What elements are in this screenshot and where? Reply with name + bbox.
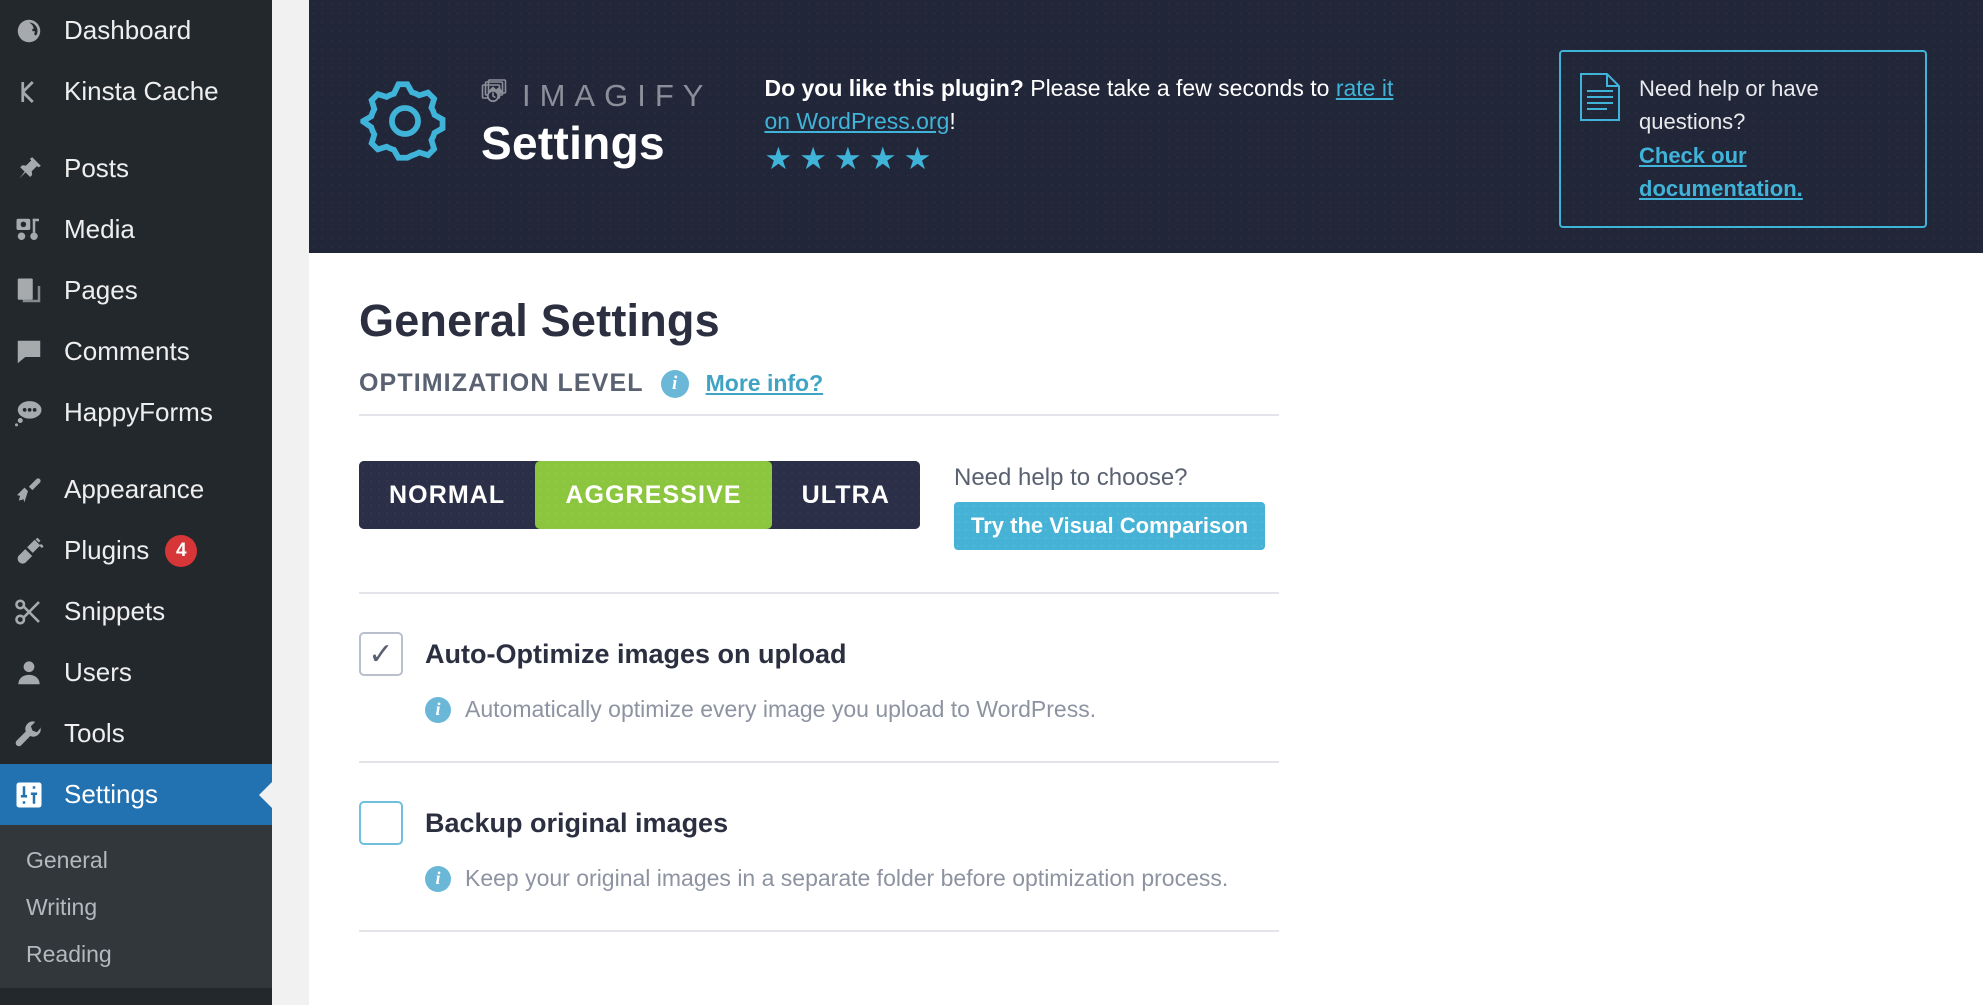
choose-help-block: Need help to choose? Try the Visual Comp… xyxy=(954,461,1266,550)
sidebar-item-tools[interactable]: Tools xyxy=(0,703,272,764)
sidebar-item-kinsta-cache[interactable]: Kinsta Cache xyxy=(0,61,272,122)
option-row-backup-originals: Backup original images i Keep your origi… xyxy=(359,763,1279,932)
info-icon: i xyxy=(425,696,451,723)
rate-bold-text: Do you like this plugin? xyxy=(764,75,1024,101)
backup-originals-label: Backup original images xyxy=(425,807,729,838)
more-info-link[interactable]: More info? xyxy=(706,370,824,397)
help-line-2: questions? xyxy=(1639,109,1746,135)
header-page-kicker: Settings xyxy=(481,116,665,169)
sidebar-item-label: Users xyxy=(64,657,132,687)
auto-optimize-description-row: i Automatically optimize every image you… xyxy=(425,696,1279,723)
content-card: IMAGIFY Settings Do you like this plugin… xyxy=(309,0,1983,1005)
sidebar-subitem-reading[interactable]: Reading xyxy=(0,931,272,978)
sidebar-item-label: Kinsta Cache xyxy=(64,76,219,106)
sidebar-divider xyxy=(0,443,272,459)
sidebar-item-label: Tools xyxy=(64,718,125,748)
user-icon xyxy=(14,658,64,688)
sidebar-item-label: Appearance xyxy=(64,474,205,504)
sidebar-item-posts[interactable]: Posts xyxy=(0,138,272,199)
page-title: General Settings xyxy=(359,295,720,346)
sidebar-item-label: Snippets xyxy=(64,596,166,626)
dashboard-icon xyxy=(14,16,64,46)
imagify-header-banner: IMAGIFY Settings Do you like this plugin… xyxy=(309,0,1983,253)
level-button-normal[interactable]: NORMAL xyxy=(359,461,536,529)
sidebar-item-label: Settings xyxy=(64,779,158,809)
sidebar-subitem-general[interactable]: General xyxy=(0,837,272,884)
sidebar-item-label: Dashboard xyxy=(64,15,192,45)
document-lines-icon xyxy=(1579,72,1621,127)
sidebar-item-label: Pages xyxy=(64,275,138,305)
documentation-help-box: Need help or have questions? Check our d… xyxy=(1559,50,1927,228)
happyforms-icon xyxy=(14,398,64,428)
star-rating[interactable]: ★★★★★ xyxy=(764,143,1404,174)
scissors-icon xyxy=(14,597,64,627)
main-area: IMAGIFY Settings Do you like this plugin… xyxy=(272,0,1983,1005)
option-main-backup-originals: Backup original images xyxy=(359,801,1279,845)
header-brand-area: IMAGIFY Settings xyxy=(309,0,712,172)
sidebar-divider xyxy=(0,122,272,138)
sidebar-item-label: HappyForms xyxy=(64,397,213,427)
kinsta-k-icon xyxy=(14,77,64,107)
imagify-wordmark: IMAGIFY xyxy=(522,77,713,113)
option-row-auto-optimize: ✓ Auto-Optimize images on upload i Autom… xyxy=(359,594,1279,763)
rate-suffix-text: ! xyxy=(949,107,956,134)
backup-originals-description-row: i Keep your original images in a separat… xyxy=(425,865,1279,892)
settings-body: General Settings OPTIMIZATION LEVEL i Mo… xyxy=(309,253,1983,932)
optimization-level-header: OPTIMIZATION LEVEL i More info? xyxy=(359,369,1279,416)
sidebar-item-comments[interactable]: Comments xyxy=(0,321,272,382)
sidebar-item-snippets[interactable]: Snippets xyxy=(0,581,272,642)
sidebar-item-happyforms[interactable]: HappyForms xyxy=(0,382,272,443)
sidebar-item-label: Media xyxy=(64,214,135,244)
settings-submenu: General Writing Reading xyxy=(0,825,272,988)
pages-icon xyxy=(14,276,64,306)
wrench-icon xyxy=(14,719,64,749)
admin-screen: Dashboard Kinsta Cache Posts Media Pages… xyxy=(0,0,1983,1005)
sidebar-item-label: Posts xyxy=(64,153,130,183)
info-icon: i xyxy=(660,369,689,398)
media-icon xyxy=(14,215,64,245)
rate-plugin-block: Do you like this plugin? Please take a f… xyxy=(764,0,1404,174)
check-documentation-link-2[interactable]: documentation. xyxy=(1639,176,1803,201)
imagify-logo-row: IMAGIFY xyxy=(481,78,712,114)
optimization-level-row: NORMAL AGGRESSIVE ULTRA Need help to cho… xyxy=(359,461,1279,594)
option-main-auto-optimize: ✓ Auto-Optimize images on upload xyxy=(359,632,1279,676)
backup-originals-description: Keep your original images in a separate … xyxy=(465,865,1229,891)
optimization-level-switch[interactable]: NORMAL AGGRESSIVE ULTRA xyxy=(359,461,920,529)
visual-comparison-button[interactable]: Try the Visual Comparison xyxy=(954,502,1266,550)
sidebar-item-dashboard[interactable]: Dashboard xyxy=(0,0,272,61)
level-button-ultra[interactable]: ULTRA xyxy=(771,461,920,529)
sidebar-item-appearance[interactable]: Appearance xyxy=(0,459,272,520)
comment-bubble-icon xyxy=(14,337,64,367)
sidebar-subitem-writing[interactable]: Writing xyxy=(0,884,272,931)
sidebar-item-media[interactable]: Media xyxy=(0,199,272,260)
gear-outline-icon xyxy=(359,75,459,172)
rate-rest-text: Please take a few seconds to xyxy=(1023,75,1336,101)
auto-optimize-label: Auto-Optimize images on upload xyxy=(425,638,847,669)
sidebar-item-label: Comments xyxy=(64,336,190,366)
plug-icon xyxy=(14,536,64,566)
help-box-text: Need help or have questions? Check our d… xyxy=(1639,72,1819,206)
sidebar-item-pages[interactable]: Pages xyxy=(0,260,272,321)
plugins-update-badge: 4 xyxy=(165,534,198,567)
need-help-to-choose-label: Need help to choose? xyxy=(954,464,1188,491)
rate-plugin-text: Do you like this plugin? Please take a f… xyxy=(764,72,1404,137)
auto-optimize-description: Automatically optimize every image you u… xyxy=(465,696,1097,722)
info-icon: i xyxy=(425,865,451,892)
backup-originals-checkbox[interactable] xyxy=(359,801,403,845)
level-button-aggressive[interactable]: AGGRESSIVE xyxy=(535,461,772,529)
check-documentation-link-1[interactable]: Check our xyxy=(1639,143,1747,168)
sidebar-item-users[interactable]: Users xyxy=(0,642,272,703)
pin-icon xyxy=(14,154,64,184)
sidebar-item-settings[interactable]: Settings xyxy=(0,764,272,825)
imagify-photos-icon xyxy=(481,79,515,112)
help-line-1: Need help or have xyxy=(1639,76,1819,101)
optimization-level-title: OPTIMIZATION LEVEL xyxy=(359,369,644,397)
sidebar-item-plugins[interactable]: Plugins 4 xyxy=(0,520,272,581)
paintbrush-icon xyxy=(14,475,64,505)
sliders-icon xyxy=(14,780,64,810)
auto-optimize-checkbox[interactable]: ✓ xyxy=(359,632,403,676)
sidebar-item-label: Plugins xyxy=(64,535,150,565)
admin-sidebar: Dashboard Kinsta Cache Posts Media Pages… xyxy=(0,0,272,1005)
brand-block: IMAGIFY Settings xyxy=(481,78,712,170)
